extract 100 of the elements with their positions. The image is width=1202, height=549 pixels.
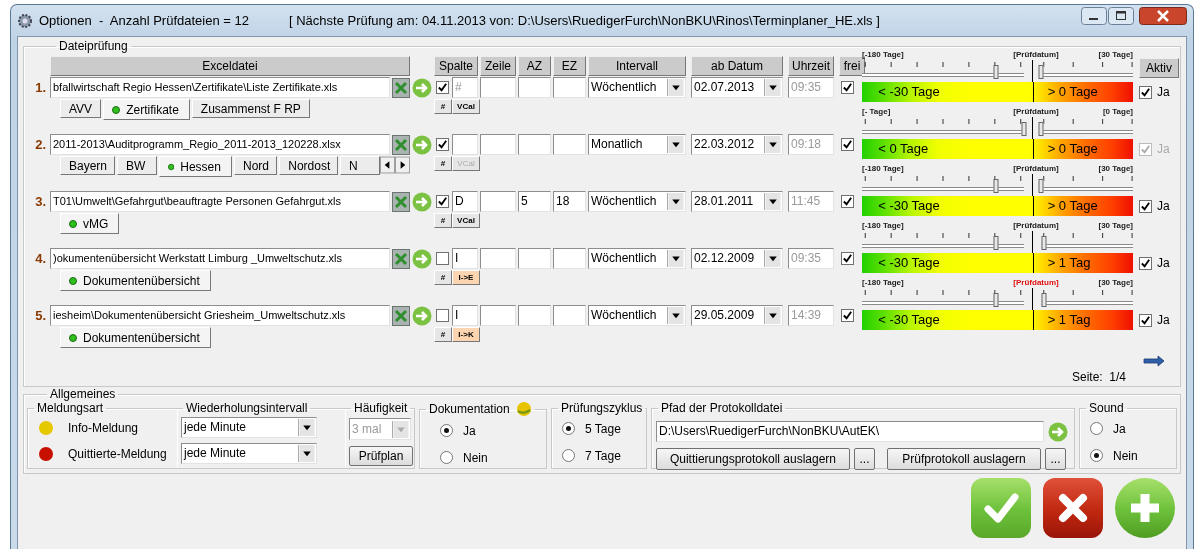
sheet-tab[interactable]: AVV xyxy=(60,99,102,118)
end-field[interactable] xyxy=(553,248,586,269)
sheet-tab[interactable]: N xyxy=(340,156,380,175)
slider-thumb[interactable] xyxy=(1021,122,1027,136)
hash-button[interactable]: # xyxy=(434,213,452,228)
spreadsheet-icon[interactable] xyxy=(392,191,410,212)
date-picker[interactable]: 22.03.2012 xyxy=(691,134,783,155)
slider-thumb[interactable] xyxy=(1038,65,1044,79)
column-field[interactable]: I xyxy=(452,248,478,269)
checkbox[interactable] xyxy=(841,309,854,322)
start-field[interactable] xyxy=(518,305,551,326)
checkbox[interactable] xyxy=(435,195,449,208)
file-path-field[interactable]: )okumentenübersicht Werkstatt Limburg _Umweltschutz.xls xyxy=(50,248,390,269)
sheet-tab[interactable]: Dokumentenübersicht xyxy=(60,270,211,291)
spreadsheet-icon[interactable] xyxy=(392,248,410,269)
interval-dropdown[interactable]: jede Minute xyxy=(181,443,317,464)
export-button[interactable]: Quittierungsprotokoll auslagern xyxy=(656,448,850,470)
date-picker[interactable]: 02.07.2013 xyxy=(691,77,783,98)
slider-thumb[interactable] xyxy=(1038,179,1044,193)
end-field[interactable] xyxy=(553,134,586,155)
radio-button[interactable] xyxy=(440,424,453,437)
slider-thumb[interactable] xyxy=(1041,293,1047,307)
scroll-right-button[interactable] xyxy=(395,156,410,174)
radio-button[interactable] xyxy=(1090,449,1103,462)
convert-button[interactable]: VCal xyxy=(452,99,480,114)
column-field[interactable]: D xyxy=(452,191,478,212)
minimize-button[interactable] xyxy=(1081,7,1107,25)
date-picker[interactable]: 28.01.2011 xyxy=(691,191,783,212)
hash-button[interactable]: # xyxy=(434,156,452,171)
radio-button[interactable] xyxy=(1090,422,1103,435)
interval-dropdown[interactable]: Wöchentlich xyxy=(588,191,686,212)
export-button[interactable]: Prüfprotokoll auslagern xyxy=(887,448,1041,470)
radio-button[interactable] xyxy=(562,422,575,435)
interval-dropdown[interactable]: Monatlich xyxy=(588,134,686,155)
export-button[interactable]: ... xyxy=(1045,448,1066,470)
file-path-field[interactable]: iesheim\Dokumentenübersicht Griesheim_Umweltschutz.xls xyxy=(50,305,390,326)
slider-thumb[interactable] xyxy=(993,65,999,79)
row-field[interactable] xyxy=(480,77,516,98)
checkbox[interactable] xyxy=(435,252,449,265)
close-button[interactable] xyxy=(1139,7,1187,25)
sheet-tab[interactable]: Nordost xyxy=(279,156,338,175)
file-path-field[interactable]: 2011-2013\Auditprogramm_Regio_2011-2013_120228.xlsx xyxy=(50,134,390,155)
start-field[interactable] xyxy=(518,134,551,155)
arrow-right-icon[interactable] xyxy=(1048,421,1068,442)
sheet-tab[interactable]: Nord xyxy=(233,156,278,175)
end-field[interactable]: 18 xyxy=(553,191,586,212)
checkbox[interactable] xyxy=(841,138,854,151)
row-field[interactable] xyxy=(480,305,516,326)
checkbox[interactable] xyxy=(1139,85,1152,99)
checkbox[interactable] xyxy=(841,252,854,265)
interval-dropdown[interactable]: Wöchentlich xyxy=(588,77,686,98)
convert-button[interactable]: I->K xyxy=(452,327,480,342)
checkbox[interactable] xyxy=(841,195,854,208)
start-field[interactable] xyxy=(518,248,551,269)
checkbox[interactable] xyxy=(435,138,449,151)
checkbox[interactable] xyxy=(841,81,854,94)
sheet-tab[interactable]: Hessen xyxy=(158,156,232,177)
checkbox[interactable] xyxy=(1139,256,1152,270)
arrow-right-icon[interactable] xyxy=(412,248,432,269)
convert-button[interactable]: VCal xyxy=(452,213,480,228)
spreadsheet-icon[interactable] xyxy=(392,305,410,326)
add-button[interactable] xyxy=(1115,478,1175,538)
row-field[interactable] xyxy=(480,191,516,212)
sheet-tab[interactable]: vMG xyxy=(60,213,120,234)
checkbox[interactable] xyxy=(1139,199,1152,213)
spreadsheet-icon[interactable] xyxy=(392,134,410,155)
sheet-tab[interactable]: Bayern xyxy=(60,156,115,175)
sheet-tab[interactable]: Dokumentenübersicht xyxy=(60,327,211,348)
file-path-field[interactable]: T01\Umwelt\Gefahrgut\beauftragte Personen Gefahrgut.xls xyxy=(50,191,390,212)
interval-dropdown[interactable]: Wöchentlich xyxy=(588,248,686,269)
arrow-right-icon[interactable] xyxy=(412,305,432,326)
radio-button[interactable] xyxy=(562,449,575,462)
path-field[interactable]: D:\Users\RuedigerFurch\NonBKU\AutEK\ xyxy=(656,421,1044,442)
ok-button[interactable] xyxy=(971,478,1031,538)
interval-dropdown[interactable]: jede Minute xyxy=(181,417,317,438)
scroll-left-button[interactable] xyxy=(380,156,395,174)
radio-button[interactable] xyxy=(440,451,453,464)
checkbox[interactable] xyxy=(435,309,449,322)
sheet-tab[interactable]: Zertifikate xyxy=(103,99,190,120)
date-picker[interactable]: 29.05.2009 xyxy=(691,305,783,326)
checkbox[interactable] xyxy=(1139,313,1152,327)
maximize-button[interactable] xyxy=(1108,7,1134,25)
sheet-tab[interactable]: BW xyxy=(116,156,157,175)
slider-thumb[interactable] xyxy=(1038,122,1044,136)
hash-button[interactable]: # xyxy=(434,327,452,342)
file-path-field[interactable]: bfallwirtschaft Regio Hessen\Zertifikate\Liste Zertifikate.xls xyxy=(50,77,390,98)
convert-button[interactable]: I->E xyxy=(452,270,480,285)
slider-thumb[interactable] xyxy=(993,236,999,250)
sheet-tab[interactable]: Zusammenst F RP xyxy=(191,99,310,118)
column-field[interactable]: I xyxy=(452,305,478,326)
arrow-icon[interactable] xyxy=(1142,352,1166,368)
end-field[interactable] xyxy=(553,77,586,98)
end-field[interactable] xyxy=(553,305,586,326)
slider-thumb[interactable] xyxy=(993,179,999,193)
interval-dropdown[interactable]: Wöchentlich xyxy=(588,305,686,326)
date-picker[interactable]: 02.12.2009 xyxy=(691,248,783,269)
hash-button[interactable]: # xyxy=(434,270,452,285)
start-field[interactable]: 5 xyxy=(518,191,551,212)
checkbox[interactable] xyxy=(435,81,449,94)
row-field[interactable] xyxy=(480,134,516,155)
